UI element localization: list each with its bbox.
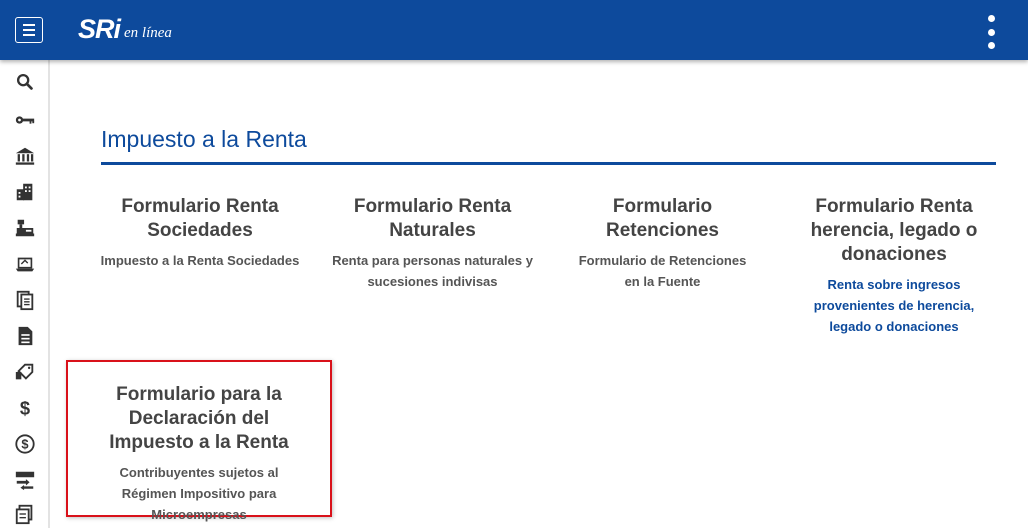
card-description: Contribuyentes sujetos al Régimen Imposi…	[119, 465, 279, 522]
buildings-icon[interactable]	[10, 179, 40, 205]
search-icon[interactable]	[10, 69, 40, 95]
card-title[interactable]: Formulario Renta Naturales	[330, 195, 535, 243]
title-divider	[101, 162, 996, 165]
card-title[interactable]: Formulario para la Declaración del Impue…	[68, 383, 330, 455]
exchange-icon[interactable]	[10, 467, 40, 493]
card-retenciones[interactable]: Formulario Retenciones Formulario de Ret…	[560, 195, 765, 292]
card-description: Impuesto a la Renta Sociedades	[100, 253, 300, 268]
bank-icon[interactable]	[10, 143, 40, 169]
menu-toggle-button[interactable]	[15, 17, 43, 43]
page-title: Impuesto a la Renta	[101, 126, 307, 152]
key-icon[interactable]	[10, 107, 40, 133]
cash-register-icon[interactable]	[10, 215, 40, 241]
document-icon[interactable]	[10, 323, 40, 349]
forms-icon[interactable]	[10, 501, 40, 527]
card-description[interactable]: Renta sobre ingresos provenientes de her…	[794, 274, 994, 337]
sidebar: $ $	[0, 60, 50, 528]
laptop-icon[interactable]	[10, 251, 40, 277]
hamburger-icon	[23, 24, 35, 26]
more-options-icon[interactable]	[980, 15, 1002, 49]
svg-text:$: $	[21, 437, 28, 452]
card-description: Formulario de Retenciones en la Fuente	[578, 253, 747, 289]
card-title[interactable]: Formulario Renta herencia, legado o dona…	[794, 195, 994, 267]
tag-hand-icon[interactable]	[10, 359, 40, 385]
card-renta-herencia[interactable]: Formulario Renta herencia, legado o dona…	[794, 195, 994, 337]
svg-text:$: $	[20, 397, 30, 418]
card-renta-sociedades[interactable]: Formulario Renta Sociedades Impuesto a l…	[100, 195, 300, 271]
documents-icon[interactable]	[10, 287, 40, 313]
card-declaracion-microempresas[interactable]: Formulario para la Declaración del Impue…	[66, 360, 332, 522]
dollar-icon[interactable]: $	[10, 395, 40, 421]
card-renta-naturales[interactable]: Formulario Renta Naturales Renta para pe…	[330, 195, 535, 292]
card-description: Renta para personas naturales y sucesion…	[332, 253, 533, 289]
dollar-circle-icon[interactable]: $	[10, 431, 40, 457]
card-title[interactable]: Formulario Renta Sociedades	[100, 195, 300, 243]
sri-logo[interactable]: SRi en línea	[78, 14, 172, 44]
main-content: Impuesto a la Renta Formulario Renta Soc…	[52, 60, 1028, 528]
card-title[interactable]: Formulario Retenciones	[560, 195, 765, 243]
logo-main-text: SRi	[78, 14, 121, 44]
logo-sub-text: en línea	[124, 25, 172, 41]
top-bar: SRi en línea	[0, 0, 1028, 60]
